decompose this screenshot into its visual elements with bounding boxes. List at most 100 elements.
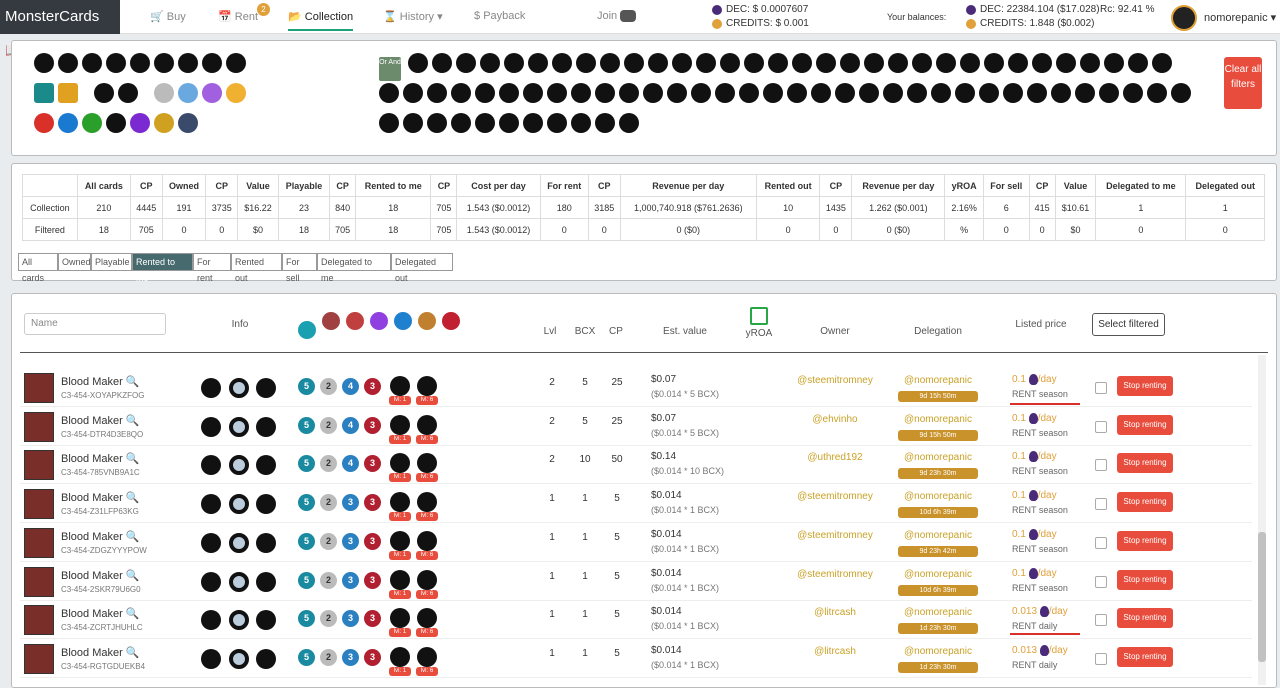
ability-icon[interactable] xyxy=(403,113,423,133)
card-name[interactable]: Blood Maker 🔍 xyxy=(61,375,140,388)
neutral-element-icon[interactable] xyxy=(178,113,198,133)
stop-renting-button[interactable]: Stop renting xyxy=(1117,376,1173,396)
ability-icon[interactable] xyxy=(936,53,956,73)
ability-icon[interactable] xyxy=(907,83,927,103)
card-name[interactable]: Blood Maker 🔍 xyxy=(61,452,140,465)
card-thumbnail[interactable] xyxy=(24,605,54,635)
card-thumbnail[interactable] xyxy=(24,644,54,674)
select-checkbox[interactable] xyxy=(1095,614,1107,626)
card-row[interactable]: Blood Maker 🔍 C3-454-2SKR79U6G0 5 2 3 3 lvl: 1… xyxy=(20,563,1252,601)
dragon-element-icon[interactable] xyxy=(154,113,174,133)
stop-renting-button[interactable]: Stop renting xyxy=(1117,415,1173,435)
name-filter-input[interactable]: Name xyxy=(24,313,166,335)
promo-edition-icon[interactable] xyxy=(82,53,102,73)
ranged-sort-icon[interactable] xyxy=(346,312,364,330)
ability-icon[interactable] xyxy=(811,83,831,103)
ability-icon[interactable] xyxy=(1128,53,1148,73)
stop-renting-button[interactable]: Stop renting xyxy=(1117,531,1173,551)
search-icon[interactable]: 🔍 xyxy=(126,492,140,504)
card-owner-link[interactable]: @litrcash xyxy=(775,646,895,657)
ability-icon[interactable] xyxy=(480,53,500,73)
ability-icon[interactable] xyxy=(408,53,428,73)
card-owner-link[interactable]: @ehvinho xyxy=(775,414,895,425)
card-owner-link[interactable]: @steemitromney xyxy=(775,375,895,386)
ability-icon[interactable] xyxy=(600,53,620,73)
select-checkbox[interactable] xyxy=(1095,498,1107,510)
untamed-edition-icon[interactable] xyxy=(130,53,150,73)
ability-icon[interactable] xyxy=(427,113,447,133)
chaos-edition-icon[interactable] xyxy=(202,53,222,73)
ability-icon[interactable] xyxy=(768,53,788,73)
card-owner-link[interactable]: @litrcash xyxy=(775,607,895,618)
bcx-header[interactable]: BCX xyxy=(574,326,596,337)
ability-icon[interactable] xyxy=(432,53,452,73)
ability-icon[interactable] xyxy=(1104,53,1124,73)
select-checkbox[interactable] xyxy=(1095,382,1107,394)
card-delegation-link[interactable]: @nomorepanic xyxy=(898,607,978,618)
stop-renting-button[interactable]: Stop renting xyxy=(1117,570,1173,590)
select-checkbox[interactable] xyxy=(1095,576,1107,588)
ability-icon[interactable] xyxy=(840,53,860,73)
stop-renting-button[interactable]: Stop renting xyxy=(1117,647,1173,667)
melee-sort-icon[interactable] xyxy=(322,312,340,330)
view-button-rented-to-me[interactable]: Rented to me xyxy=(132,253,193,283)
ability-icon[interactable] xyxy=(547,113,567,133)
card-owner-link[interactable]: @steemitromney xyxy=(775,569,895,580)
ability-icon[interactable] xyxy=(576,53,596,73)
view-button-for-sell[interactable]: For sell xyxy=(282,253,317,283)
select-checkbox[interactable] xyxy=(1095,653,1107,665)
magic-sort-icon[interactable] xyxy=(370,312,388,330)
ability-icon[interactable] xyxy=(979,83,999,103)
ability-icon[interactable] xyxy=(672,53,692,73)
brand-logo[interactable]: MonsterCards 📖 xyxy=(0,0,120,59)
ability-icon[interactable] xyxy=(552,53,572,73)
ability-icon[interactable] xyxy=(883,83,903,103)
stop-renting-button[interactable]: Stop renting xyxy=(1117,453,1173,473)
view-button-playable[interactable]: Playable xyxy=(91,253,132,271)
search-icon[interactable]: 🔍 xyxy=(126,647,140,659)
ability-icon[interactable] xyxy=(835,83,855,103)
card-delegation-link[interactable]: @nomorepanic xyxy=(898,414,978,425)
ability-icon[interactable] xyxy=(696,53,716,73)
ability-icon[interactable] xyxy=(504,53,524,73)
card-thumbnail[interactable] xyxy=(24,412,54,442)
ability-icon[interactable] xyxy=(1075,83,1095,103)
scrollbar-thumb[interactable] xyxy=(1258,532,1266,662)
ability-icon[interactable] xyxy=(523,113,543,133)
view-button-rented-out[interactable]: Rented out xyxy=(231,253,282,283)
ability-icon[interactable] xyxy=(912,53,932,73)
stop-renting-button[interactable]: Stop renting xyxy=(1117,608,1173,628)
search-icon[interactable]: 🔍 xyxy=(126,608,140,620)
ability-icon[interactable] xyxy=(960,53,980,73)
card-row[interactable]: Blood Maker 🔍 C3-454-785VNB9A1C 5 2 4 3 lvl: 1… xyxy=(20,446,1252,484)
card-delegation-link[interactable]: @nomorepanic xyxy=(898,569,978,580)
view-button-all-cards[interactable]: All cards xyxy=(18,253,58,283)
ability-icon[interactable] xyxy=(1123,83,1143,103)
nav-payback[interactable]: $ Payback xyxy=(474,10,525,22)
rarity-epic-icon[interactable] xyxy=(202,83,222,103)
ability-icon[interactable] xyxy=(379,83,399,103)
card-owner-link[interactable]: @uthred192 xyxy=(775,452,895,463)
ability-icon[interactable] xyxy=(528,53,548,73)
ability-icon[interactable] xyxy=(619,113,639,133)
gladius-edition-icon[interactable] xyxy=(178,53,198,73)
yroa-sort-icon[interactable] xyxy=(750,307,768,325)
card-delegation-link[interactable]: @nomorepanic xyxy=(898,491,978,502)
ability-icon[interactable] xyxy=(1027,83,1047,103)
cp-header[interactable]: CP xyxy=(606,326,626,337)
ability-icon[interactable] xyxy=(816,53,836,73)
avatar[interactable] xyxy=(1171,5,1197,31)
ability-icon[interactable] xyxy=(595,113,615,133)
earth-element-icon[interactable] xyxy=(82,113,102,133)
card-delegation-link[interactable]: @nomorepanic xyxy=(898,452,978,463)
search-icon[interactable]: 🔍 xyxy=(126,376,140,388)
card-name[interactable]: Blood Maker 🔍 xyxy=(61,414,140,427)
alpha-edition-icon[interactable] xyxy=(34,53,54,73)
rift-edition-icon[interactable] xyxy=(226,53,246,73)
ability-icon[interactable] xyxy=(715,83,735,103)
select-checkbox[interactable] xyxy=(1095,537,1107,549)
ability-icon[interactable] xyxy=(792,53,812,73)
card-delegation-link[interactable]: @nomorepanic xyxy=(898,375,978,386)
card-name[interactable]: Blood Maker 🔍 xyxy=(61,646,140,659)
ability-icon[interactable] xyxy=(547,83,567,103)
